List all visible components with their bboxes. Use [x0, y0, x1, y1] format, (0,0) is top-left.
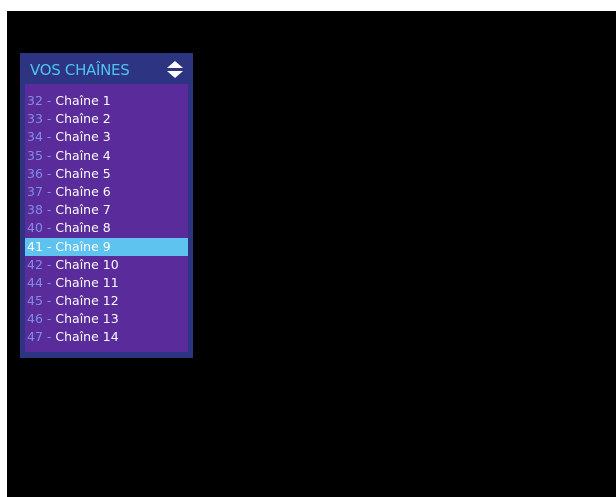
channel-number: 42: [27, 256, 43, 272]
channel-separator: -: [46, 93, 52, 108]
channel-number: 44: [27, 274, 43, 290]
channel-separator: -: [46, 329, 52, 345]
channel-list-panel: VOS CHAÎNES 32 - Chaîne 1 33 - Chaîne 2 34…: [20, 53, 193, 358]
channel-separator: -: [46, 129, 52, 145]
channel-separator: -: [46, 111, 52, 127]
channel-number: 45: [27, 293, 43, 309]
channel-item-selected[interactable]: 41 - Chaîne 9: [25, 237, 188, 256]
channel-number: 40: [27, 220, 43, 236]
channel-number: 38: [27, 202, 43, 218]
channel-item[interactable]: 42 - Chaîne 10: [25, 256, 188, 274]
channel-separator: -: [46, 220, 52, 236]
channel-separator: -: [46, 202, 52, 218]
channel-name: Chaîne 11: [55, 274, 119, 290]
channel-separator: -: [46, 183, 52, 199]
channel-name: Chaîne 5: [55, 165, 111, 181]
channel-number: 37: [27, 183, 43, 199]
channel-item[interactable]: 32 - Chaîne 1: [25, 92, 188, 110]
channel-list: 32 - Chaîne 1 33 - Chaîne 2 34 - Chaîne 33…: [25, 84, 188, 352]
channel-number: 35: [27, 147, 43, 163]
panel-title: VOS CHAÎNES: [30, 61, 130, 79]
channel-name: Chaîne 10: [55, 256, 119, 272]
channel-number: 32: [27, 93, 43, 108]
channel-name: Chaîne 4: [55, 147, 111, 163]
channel-name: Chaîne 8: [55, 220, 111, 236]
channel-number: 41: [27, 238, 43, 254]
channel-item[interactable]: 33 - Chaîne 2: [25, 110, 188, 128]
channel-name: Chaîne 2: [55, 111, 111, 127]
channel-name: Chaîne 13: [55, 311, 119, 327]
up-down-arrows-icon[interactable]: [167, 61, 183, 79]
channel-name: Chaîne 7: [55, 202, 111, 218]
channel-item[interactable]: 45 - Chaîne 12: [25, 292, 188, 310]
channel-number: 33: [27, 111, 43, 127]
channel-separator: -: [46, 256, 52, 272]
channel-item[interactable]: 40 - Chaîne 8: [25, 219, 188, 237]
channel-name: Chaîne 12: [55, 293, 119, 309]
channel-name: Chaîne 6: [55, 183, 111, 199]
channel-name: Chaîne 1: [55, 93, 111, 108]
channel-separator: -: [46, 274, 52, 290]
channel-name: Chaîne 3: [55, 129, 111, 145]
channel-separator: -: [46, 165, 52, 181]
channel-list-header: VOS CHAÎNES: [20, 53, 193, 84]
channel-name: Chaîne 9: [55, 238, 111, 254]
channel-name: Chaîne 14: [55, 329, 119, 345]
channel-separator: -: [46, 147, 52, 163]
channel-number: 46: [27, 311, 43, 327]
channel-item[interactable]: 46 - Chaîne 13: [25, 310, 188, 328]
channel-item[interactable]: 34 - Chaîne 3: [25, 128, 188, 146]
channel-number: 36: [27, 165, 43, 181]
channel-item[interactable]: 38 - Chaîne 7: [25, 201, 188, 219]
channel-separator: -: [46, 311, 52, 327]
channel-separator: -: [46, 238, 52, 254]
channel-item[interactable]: 36 - Chaîne 5: [25, 165, 188, 183]
channel-item[interactable]: 44 - Chaîne 11: [25, 274, 188, 292]
channel-item[interactable]: 47 - Chaîne 14: [25, 328, 188, 346]
channel-item[interactable]: 37 - Chaîne 6: [25, 183, 188, 201]
channel-number: 47: [27, 329, 43, 345]
channel-item[interactable]: 35 - Chaîne 4: [25, 147, 188, 165]
channel-separator: -: [46, 293, 52, 309]
channel-number: 34: [27, 129, 43, 145]
